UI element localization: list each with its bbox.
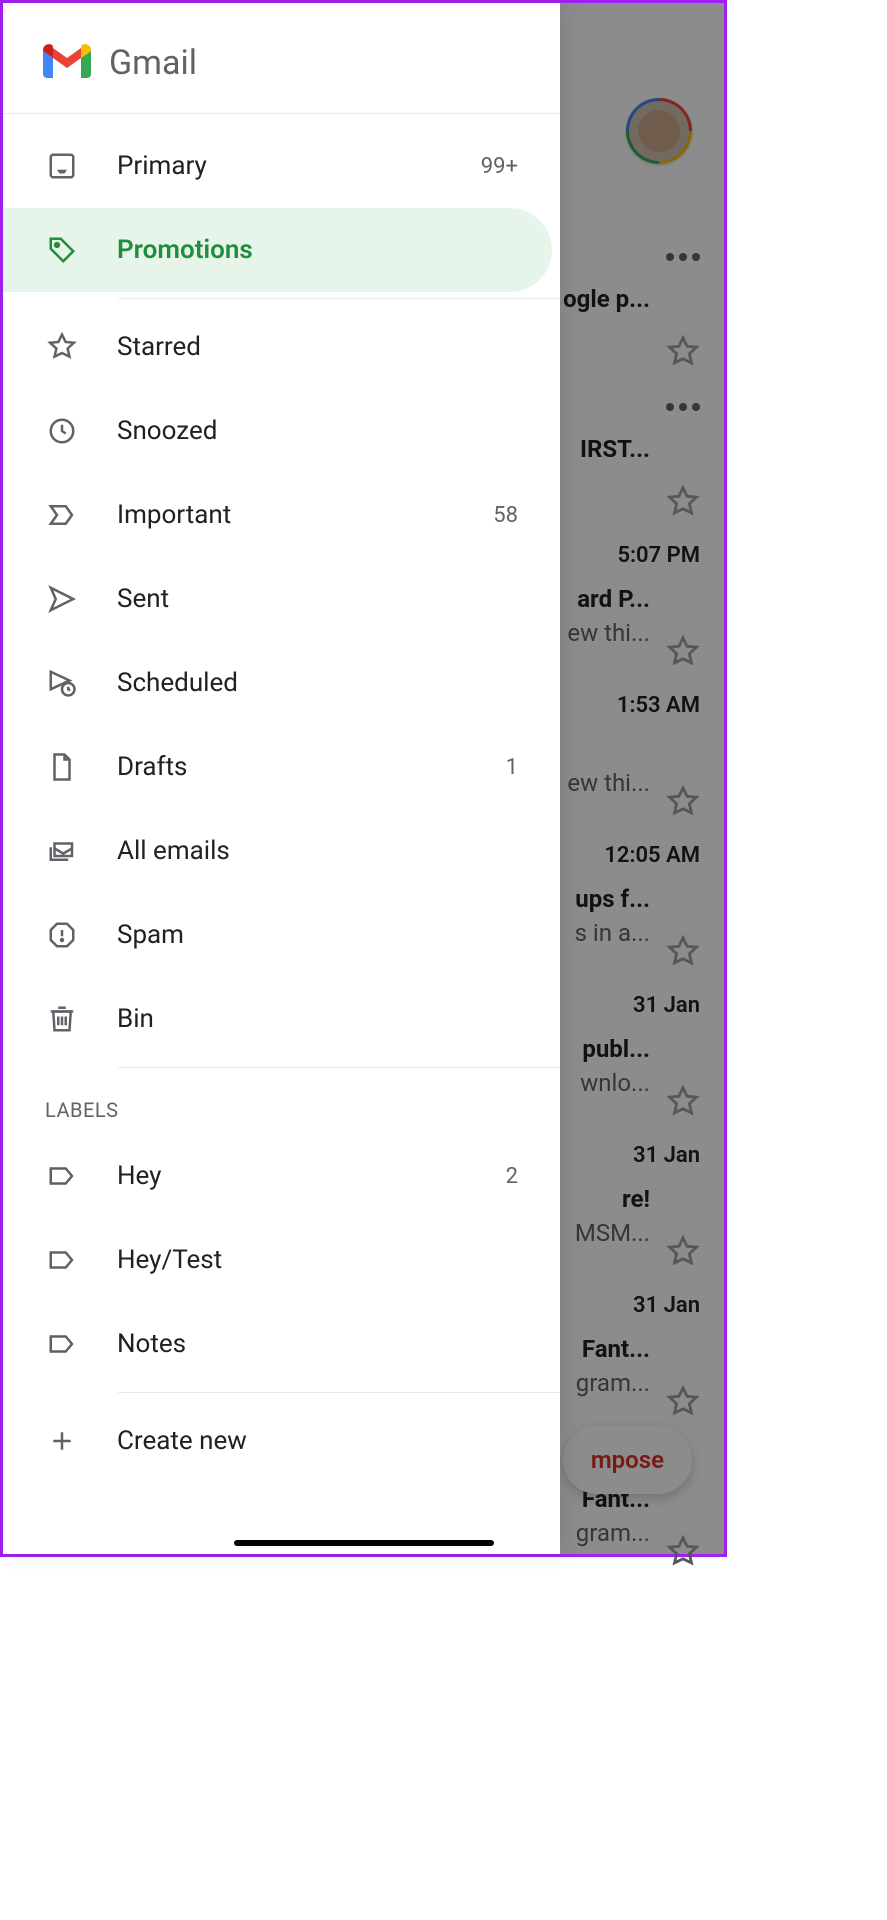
nav-item-sent[interactable]: Sent: [3, 557, 552, 641]
nav-label: Starred: [117, 332, 518, 362]
drawer-header: Gmail: [3, 3, 560, 114]
star-icon[interactable]: [666, 1385, 700, 1423]
nav-label: Snoozed: [117, 416, 518, 446]
email-snippet: wnlo...: [580, 1069, 650, 1097]
nav-item-important[interactable]: Important58: [3, 473, 552, 557]
nav-count: 99+: [481, 154, 518, 179]
spam-icon: [47, 920, 77, 950]
nav-item-snoozed[interactable]: Snoozed: [3, 389, 552, 473]
more-icon[interactable]: [666, 403, 700, 411]
nav-item-starred[interactable]: Starred: [3, 305, 552, 389]
divider: [118, 1392, 560, 1393]
nav-label: Important: [117, 500, 493, 530]
nav-item-promotions[interactable]: Promotions: [3, 208, 552, 292]
nav-label: All emails: [117, 836, 518, 866]
more-icon[interactable]: [666, 253, 700, 261]
labels-section-header: LABELS: [3, 1074, 560, 1134]
nav-count: 1: [506, 755, 518, 780]
divider: [118, 298, 560, 299]
nav-label: Primary: [117, 151, 481, 181]
label-icon: [47, 1161, 77, 1191]
compose-button[interactable]: mpose: [563, 1426, 692, 1494]
app-title: Gmail: [109, 43, 197, 83]
create-new-text: Create new: [117, 1426, 247, 1456]
inbox-icon: [47, 151, 77, 181]
email-subject: ogle p...: [563, 285, 650, 313]
account-avatar[interactable]: [626, 98, 692, 164]
email-subject: publ...: [582, 1035, 650, 1063]
trash-icon: [47, 1004, 77, 1034]
nav-count: 58: [493, 503, 518, 528]
email-subject: ups f...: [575, 885, 650, 913]
email-snippet: s in a...: [575, 919, 650, 947]
star-icon[interactable]: [666, 1085, 700, 1123]
star-icon[interactable]: [666, 485, 700, 523]
star-icon[interactable]: [666, 635, 700, 673]
tag-icon: [47, 235, 77, 265]
email-subject: Fant...: [582, 1335, 650, 1363]
email-snippet: gram...: [576, 1519, 650, 1547]
email-snippet: ew thi...: [567, 619, 650, 647]
nav-item-scheduled[interactable]: Scheduled: [3, 641, 552, 725]
nav-label: Promotions: [117, 235, 518, 265]
star-icon: [47, 332, 77, 362]
file-icon: [47, 752, 77, 782]
label-name: Hey: [117, 1161, 506, 1191]
email-time: 1:53 AM: [617, 693, 700, 718]
nav-item-drafts[interactable]: Drafts1: [3, 725, 552, 809]
label-icon: [47, 1329, 77, 1359]
nav-item-primary[interactable]: Primary99+: [3, 124, 552, 208]
email-subject: re!: [622, 1185, 650, 1213]
nav-label: Scheduled: [117, 668, 518, 698]
gmail-logo-icon: [43, 44, 91, 82]
email-snippet: MSM...: [575, 1219, 650, 1247]
scheduled-icon: [47, 668, 77, 698]
email-time: 12:05 AM: [604, 843, 700, 868]
email-snippet: gram...: [576, 1369, 650, 1397]
nav-item-bin[interactable]: Bin: [3, 977, 552, 1061]
plus-icon: [47, 1426, 77, 1456]
create-new-label[interactable]: Create new: [3, 1399, 560, 1483]
nav-label: Spam: [117, 920, 518, 950]
important-icon: [47, 500, 77, 530]
label-name: Notes: [117, 1329, 518, 1359]
compose-label: mpose: [591, 1446, 664, 1474]
star-icon[interactable]: [666, 1235, 700, 1273]
email-snippet: ew thi...: [567, 769, 650, 797]
email-subject: IRST...: [580, 435, 650, 463]
label-count: 2: [506, 1164, 518, 1189]
send-icon: [47, 584, 77, 614]
label-name: Hey/Test: [117, 1245, 518, 1275]
label-icon: [47, 1245, 77, 1275]
navigation-drawer: Gmail Primary99+ Promotions Starred Snoozed…: [3, 3, 560, 1554]
email-subject: ard P...: [577, 585, 650, 613]
nav-label: Sent: [117, 584, 518, 614]
label-item-notes[interactable]: Notes: [3, 1302, 552, 1386]
nav-label: Bin: [117, 1004, 518, 1034]
label-item-heytest[interactable]: Hey/Test: [3, 1218, 552, 1302]
nav-label: Drafts: [117, 752, 506, 782]
nav-item-all[interactable]: All emails: [3, 809, 552, 893]
stack-icon: [47, 836, 77, 866]
star-icon[interactable]: [666, 935, 700, 973]
email-time: 31 Jan: [633, 1143, 700, 1168]
clock-icon: [47, 416, 77, 446]
email-time: 31 Jan: [633, 1293, 700, 1318]
nav-item-spam[interactable]: Spam: [3, 893, 552, 977]
star-icon[interactable]: [666, 1535, 700, 1573]
email-time: 31 Jan: [633, 993, 700, 1018]
star-icon[interactable]: [666, 785, 700, 823]
email-time: 5:07 PM: [617, 543, 700, 568]
divider: [118, 1067, 560, 1068]
star-icon[interactable]: [666, 335, 700, 373]
nav-scroll[interactable]: Primary99+ Promotions Starred Snoozed Import…: [3, 114, 560, 1554]
home-indicator: [234, 1540, 494, 1546]
label-item-hey[interactable]: Hey2: [3, 1134, 552, 1218]
